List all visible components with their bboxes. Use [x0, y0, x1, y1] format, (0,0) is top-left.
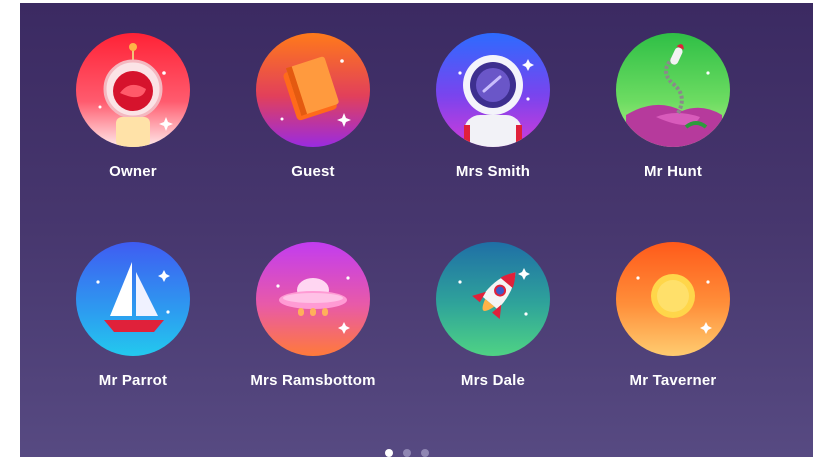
ufo-icon: [256, 242, 370, 356]
profile-mr-taverner[interactable]: Mr Taverner: [593, 242, 753, 412]
profile-mr-hunt[interactable]: Mr Hunt: [593, 33, 753, 203]
profile-name: Mr Hunt: [643, 163, 703, 180]
profile-name: Owner: [109, 163, 157, 180]
profile-name: Guest: [291, 163, 335, 180]
page-dot-1[interactable]: [385, 449, 393, 457]
profile-owner[interactable]: Owner: [53, 33, 213, 203]
sailboat-icon: [76, 242, 190, 356]
profile-name: Mr Taverner: [629, 372, 717, 389]
profile-name: Mrs Dale: [460, 372, 526, 389]
profile-name: Mrs Smith: [455, 163, 531, 180]
rocket-icon: [436, 242, 550, 356]
astronaut-fishbowl-icon: [76, 33, 190, 147]
sun-icon: [616, 242, 730, 356]
astronaut-helmet-icon: [436, 33, 550, 147]
page-dot-2[interactable]: [403, 449, 411, 457]
profile-name: Mr Parrot: [98, 372, 168, 389]
profile-mrs-smith[interactable]: Mrs Smith: [413, 33, 573, 203]
profile-picker-screen: Owner Guest Mrs Smith Mr Hunt Mr Parrot …: [20, 3, 813, 457]
page-dot-3[interactable]: [421, 449, 429, 457]
profile-mr-parrot[interactable]: Mr Parrot: [53, 242, 213, 412]
profile-grid: Owner Guest Mrs Smith Mr Hunt Mr Parrot …: [20, 3, 813, 457]
profile-mrs-ramsbottom[interactable]: Mrs Ramsbottom: [233, 242, 393, 412]
book-icon: [256, 33, 370, 147]
page-indicator: [385, 449, 429, 457]
profile-mrs-dale[interactable]: Mrs Dale: [413, 242, 573, 412]
profile-guest[interactable]: Guest: [233, 33, 393, 203]
rocket-island-icon: [616, 33, 730, 147]
profile-name: Mrs Ramsbottom: [250, 372, 376, 389]
